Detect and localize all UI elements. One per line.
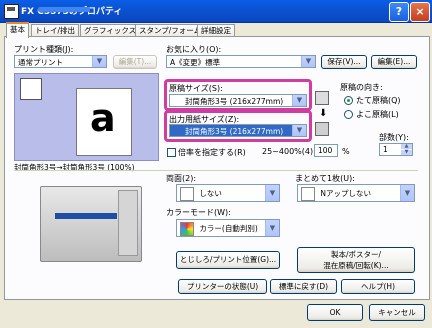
spin-down-icon[interactable]: ▼ xyxy=(401,150,412,155)
scale-range-label: 25~400%(4): xyxy=(262,147,316,156)
scale-input[interactable]: 100 xyxy=(314,144,338,157)
chevron-down-icon: ▼ xyxy=(265,220,279,236)
nup-value: Nアップしない xyxy=(320,189,372,198)
output-size-select[interactable]: 封筒角形3号 (216x277mm) ▼ xyxy=(169,124,307,137)
chevron-down-icon: ▼ xyxy=(92,56,106,67)
nup-icon xyxy=(301,187,315,201)
portrait-radio[interactable] xyxy=(344,96,353,105)
duplex-value: しない xyxy=(199,189,222,198)
color-mode-value: カラー(自動判別) xyxy=(199,224,258,233)
duplex-icon xyxy=(180,187,194,201)
duplex-select[interactable]: しない ▼ xyxy=(176,184,280,202)
nup-select[interactable]: Nアップしない ▼ xyxy=(297,184,415,202)
printer-icon xyxy=(315,122,329,136)
binding-position-button[interactable]: とじしろ/プリント位置(G)... xyxy=(176,251,280,269)
cancel-button[interactable]: キャンセル xyxy=(369,304,425,321)
color-mode-label: カラーモード(W): xyxy=(166,208,231,217)
printer-tray xyxy=(118,190,138,256)
paper-size-label: 原稿サイズ(S): xyxy=(169,84,223,93)
print-type-value: 通常プリント xyxy=(18,58,63,67)
favorites-save-button[interactable]: 保存(V)... xyxy=(321,55,367,69)
copies-value: 1 xyxy=(383,145,388,154)
preview-caption: 封筒角形3号→封筒角形3号 (100%) xyxy=(14,163,135,172)
landscape-label: よこ原稿(L) xyxy=(356,110,399,119)
copies-label: 部数(Y): xyxy=(379,133,409,142)
chevron-down-icon: ▼ xyxy=(292,125,306,136)
chevron-down-icon: ▼ xyxy=(301,56,315,67)
scale-checkbox[interactable] xyxy=(167,148,176,157)
duplex-label: 両面(2): xyxy=(166,174,197,183)
paper-size-select[interactable]: 封筒角形3号 (216x277mm) ▼ xyxy=(169,94,307,107)
divider xyxy=(14,170,418,171)
chevron-down-icon: ▼ xyxy=(400,185,414,201)
restore-defaults-button[interactable]: 標準に戻す(D) xyxy=(270,279,337,294)
output-size-value: 封筒角形3号 (216x277mm) xyxy=(185,127,284,136)
nup-label: まとめて1枚(U): xyxy=(295,174,355,183)
printer-app-icon xyxy=(4,4,19,19)
help-title-button[interactable]: ? xyxy=(389,2,409,22)
printer-panel-stripe xyxy=(55,213,117,219)
orientation-label: 原稿の向き: xyxy=(340,83,383,92)
favorites-label: お気に入り(O): xyxy=(166,45,222,54)
copies-stepper[interactable]: 1 ▲ ▼ xyxy=(379,143,413,156)
close-button[interactable]: × xyxy=(410,2,430,22)
landscape-radio[interactable] xyxy=(344,110,353,119)
chevron-down-icon: ▼ xyxy=(292,95,306,106)
help-button[interactable]: ヘルプ(H) xyxy=(341,279,415,294)
favorites-edit-button[interactable]: 編集(E)... xyxy=(371,55,417,69)
arrow-down-icon: ⬇ xyxy=(319,108,328,119)
print-type-edit-button[interactable]: 編集(T)... xyxy=(113,55,157,69)
favorites-value: A《変更》標準 xyxy=(170,58,221,67)
chevron-down-icon: ▼ xyxy=(265,185,279,201)
redacted-title-text xyxy=(38,7,90,12)
paper-icon xyxy=(315,91,329,105)
favorites-select[interactable]: A《変更》標準 ▼ xyxy=(166,55,316,68)
scale-unit: % xyxy=(342,147,350,156)
ok-button[interactable]: OK xyxy=(307,304,363,321)
portrait-label: たて原稿(Q) xyxy=(356,96,401,105)
booklet-poster-button[interactable]: 製本/ポスター/ 混在原稿/回転(K)... xyxy=(297,247,415,273)
color-wheel-icon xyxy=(180,222,194,236)
print-type-select[interactable]: 通常プリント ▼ xyxy=(14,55,107,68)
printer-status-button[interactable]: プリンターの状態(U) xyxy=(178,279,267,294)
color-mode-select[interactable]: カラー(自動判別) ▼ xyxy=(176,219,280,237)
paper-size-value: 封筒角形3号 (216x277mm) xyxy=(185,97,284,106)
scale-checkbox-label: 倍率を指定する(R) xyxy=(178,148,246,157)
tab-basic[interactable]: 基本 xyxy=(6,22,29,38)
layout-icon xyxy=(20,78,42,100)
print-type-label: プリント種類(J): xyxy=(14,45,74,54)
preview-letter: a xyxy=(90,96,116,140)
